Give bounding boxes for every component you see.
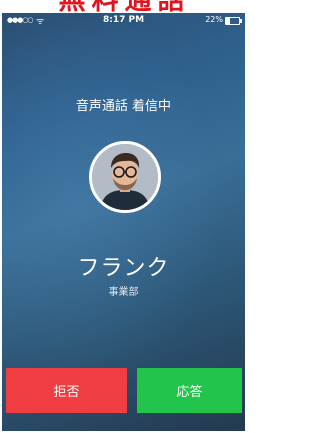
accept-button[interactable]: 応答 [137,368,242,413]
status-bar: ●●●○○ ᯤ 8:17 PM 22% [2,13,245,27]
battery-percent: 22% [205,15,223,24]
promo-banner: 無料通話 [0,0,249,13]
caller-name: フランク [77,256,170,281]
call-status: 音声通話 着信中 [75,99,172,114]
banner-title: 無料通話 [0,0,249,13]
battery-icon [225,17,242,25]
caller-avatar [89,141,161,213]
phone-screen: ●●●○○ ᯤ 8:17 PM 22% 音声通話 着信中 フランク 事業部 拒否… [2,13,245,431]
avatar-image [92,144,158,210]
decline-button[interactable]: 拒否 [6,368,127,413]
caller-department: 事業部 [108,287,139,298]
